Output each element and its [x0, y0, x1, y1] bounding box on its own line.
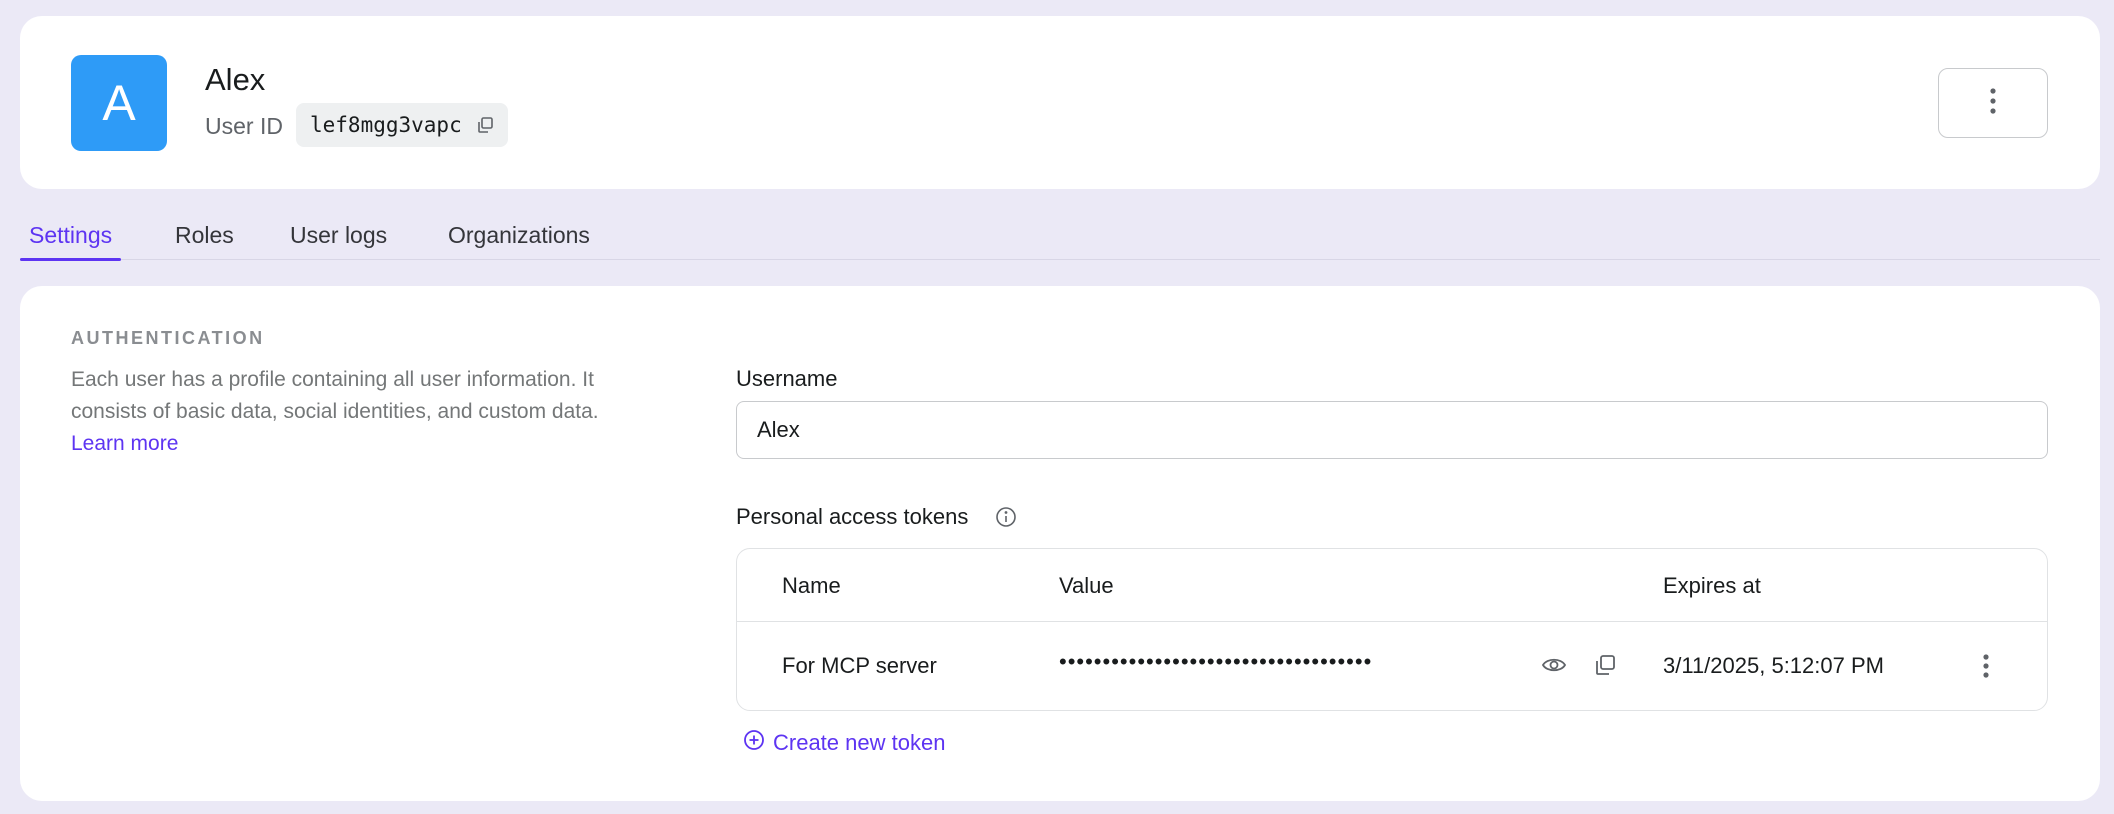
tokens-table: Name Value Expires at For MCP server •••… — [736, 548, 2048, 711]
tab-organizations[interactable]: Organizations — [448, 210, 590, 260]
tab-user-logs[interactable]: User logs — [290, 210, 387, 260]
user-id-value: lef8mgg3vapc — [310, 113, 462, 137]
plus-circle-icon — [743, 729, 765, 757]
copy-icon[interactable] — [476, 116, 494, 134]
token-value-masked: •••••••••••••••••••••••••••••••••••• — [1059, 649, 1373, 674]
description-text: Each user has a profile containing all u… — [71, 368, 599, 423]
tokens-label: Personal access tokens — [736, 504, 969, 529]
tab-bar: Settings Roles User logs Organizations — [20, 210, 2100, 261]
tab-roles[interactable]: Roles — [175, 210, 234, 260]
column-header-value: Value — [1059, 573, 1114, 598]
token-expires: 3/11/2025, 5:12:07 PM — [1663, 653, 1884, 678]
user-id-chip[interactable]: lef8mgg3vapc — [296, 103, 508, 147]
copy-icon[interactable] — [1593, 653, 1619, 677]
avatar: A — [71, 55, 167, 151]
info-icon[interactable] — [994, 505, 1018, 529]
token-more-icon[interactable] — [1973, 652, 1999, 680]
column-header-name: Name — [782, 573, 841, 598]
user-id-label: User ID — [205, 113, 283, 139]
learn-more-link[interactable]: Learn more — [71, 432, 178, 455]
section-description: Each user has a profile containing all u… — [71, 364, 651, 460]
username-input[interactable] — [736, 401, 2048, 459]
settings-card: AUTHENTICATION Each user has a profile c… — [20, 286, 2100, 801]
column-header-expires: Expires at — [1663, 573, 1761, 598]
more-options-button[interactable] — [1938, 68, 2048, 138]
user-name: Alex — [205, 62, 266, 97]
section-title: AUTHENTICATION — [71, 328, 265, 348]
token-name: For MCP server — [782, 653, 937, 678]
username-label: Username — [736, 366, 838, 391]
create-new-token-label: Create new token — [773, 730, 946, 755]
more-vertical-icon — [1989, 87, 1997, 120]
eye-icon[interactable] — [1541, 653, 1567, 677]
create-new-token-button[interactable]: Create new token — [743, 729, 945, 757]
table-divider — [737, 621, 2047, 622]
user-header-card: A Alex User ID lef8mgg3vapc — [20, 16, 2100, 189]
tab-settings[interactable]: Settings — [20, 210, 122, 261]
